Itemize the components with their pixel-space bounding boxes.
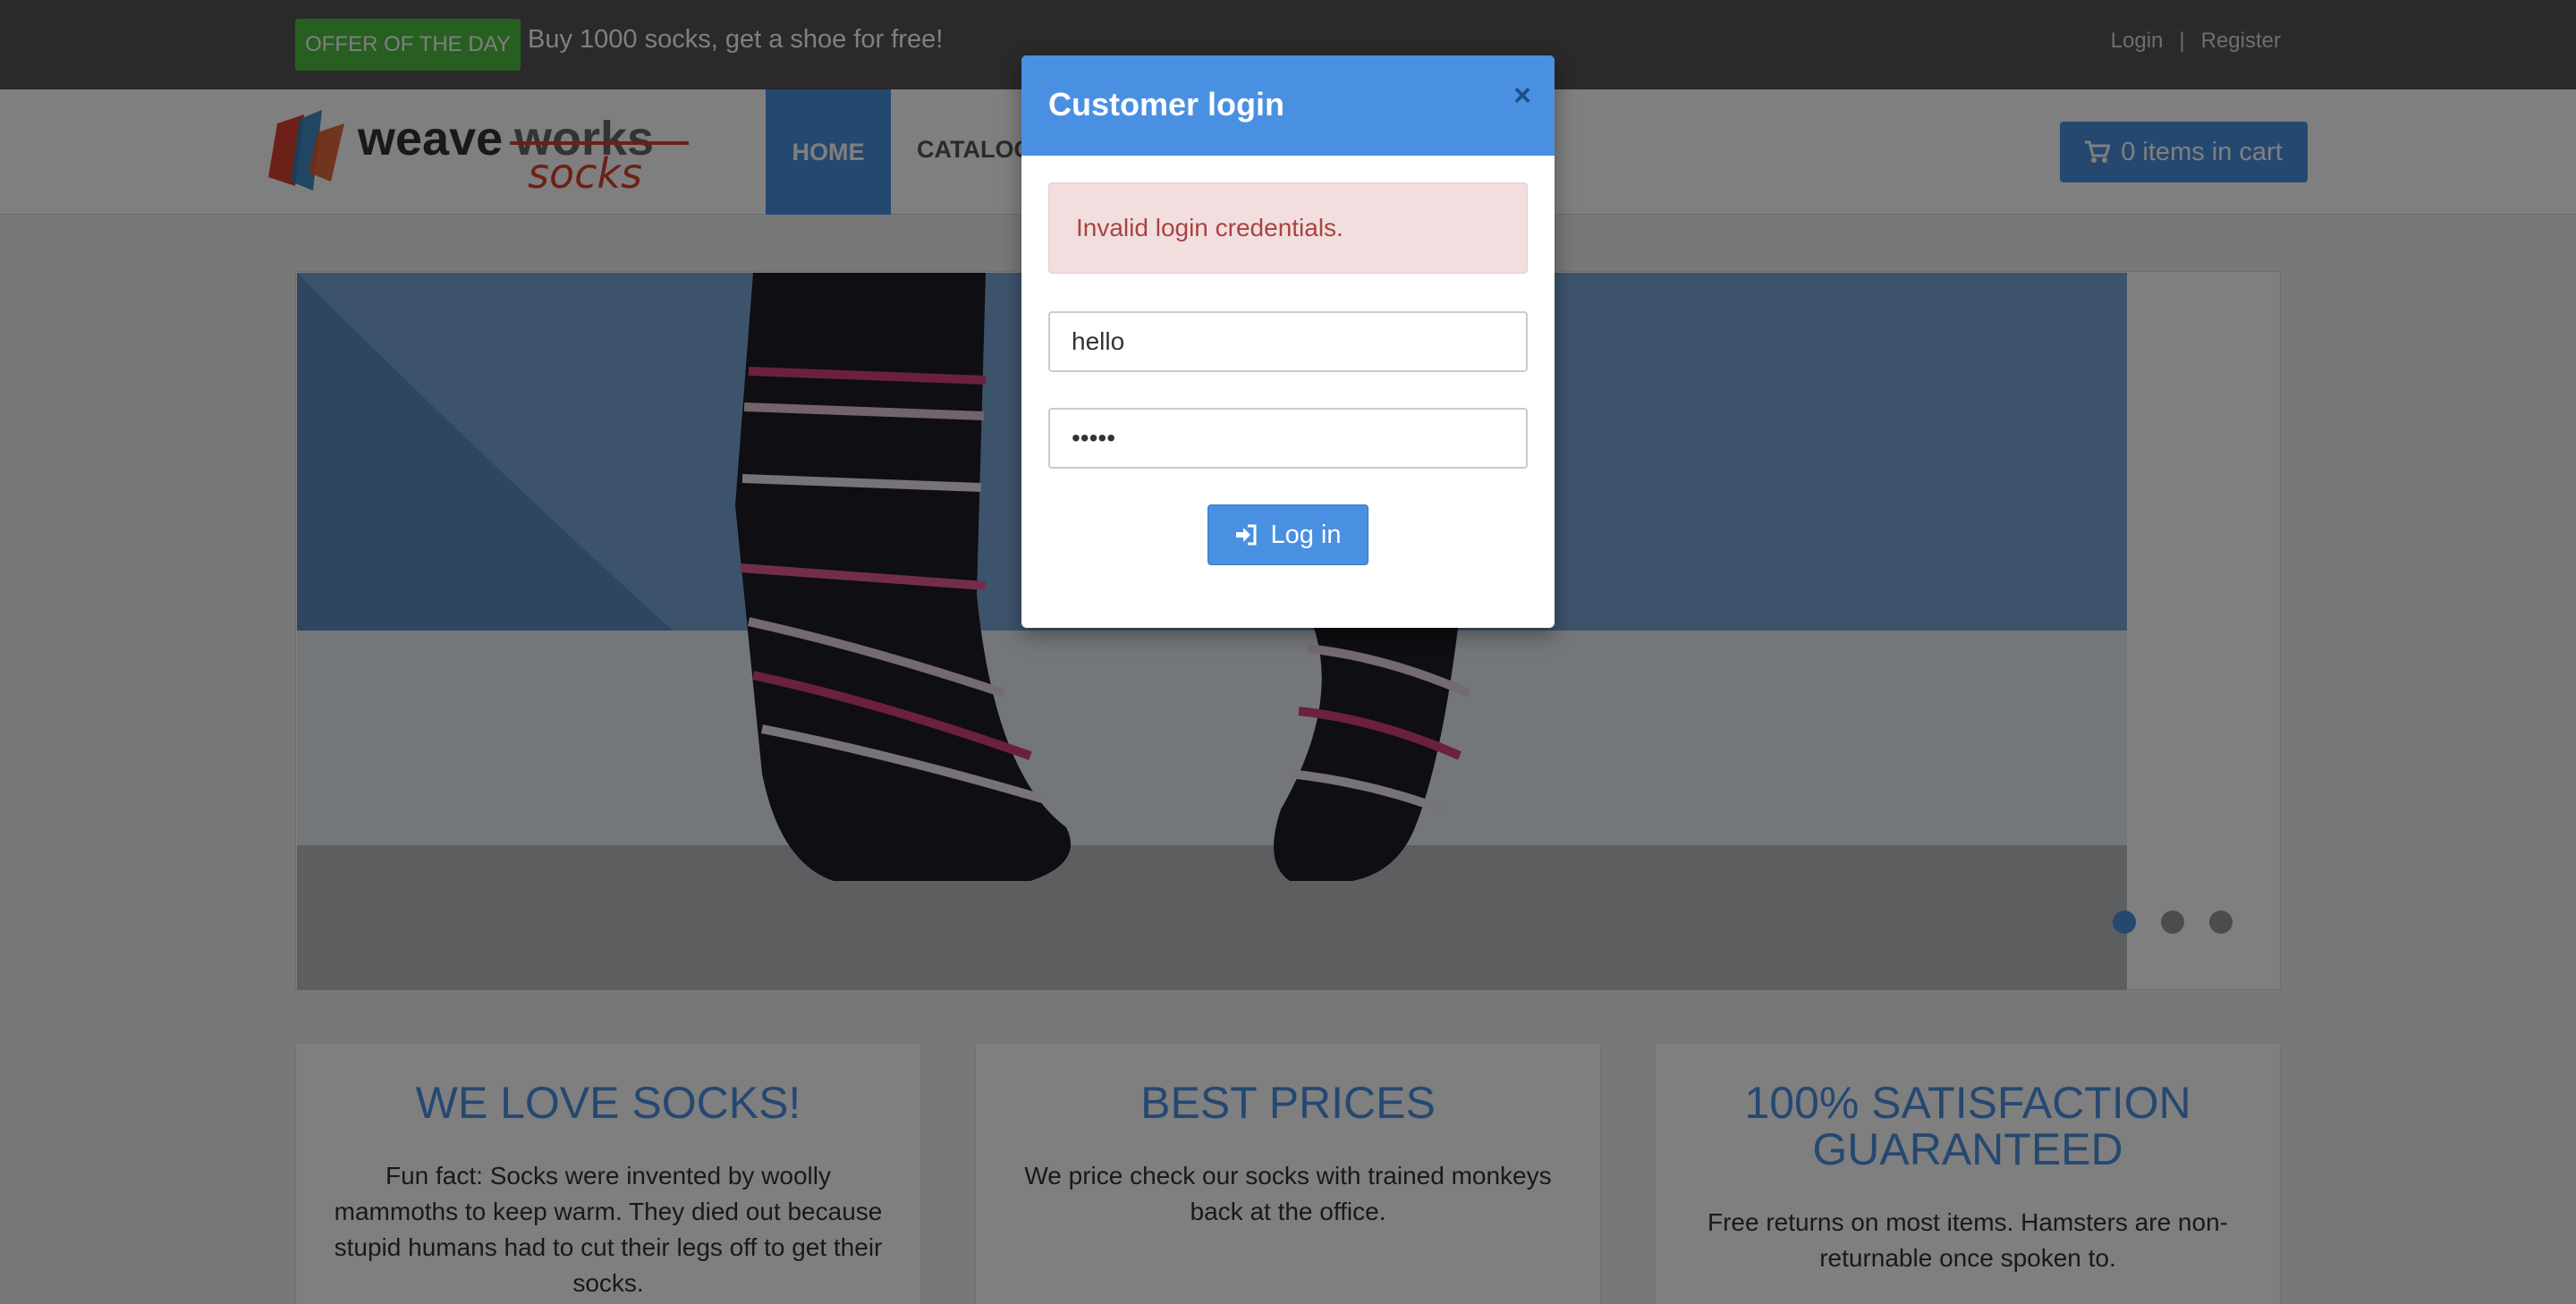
modal-header: Customer login ×	[1021, 55, 1555, 156]
modal-title: Customer login	[1048, 86, 1285, 123]
password-input[interactable]	[1048, 408, 1528, 469]
username-input[interactable]	[1048, 311, 1528, 372]
login-modal: Customer login × Invalid login credentia…	[1021, 55, 1555, 628]
login-button[interactable]: Log in	[1208, 504, 1368, 565]
login-button-label: Log in	[1270, 520, 1342, 549]
sign-in-icon	[1236, 524, 1257, 546]
error-alert: Invalid login credentials.	[1048, 182, 1528, 274]
close-icon[interactable]: ×	[1513, 79, 1531, 114]
